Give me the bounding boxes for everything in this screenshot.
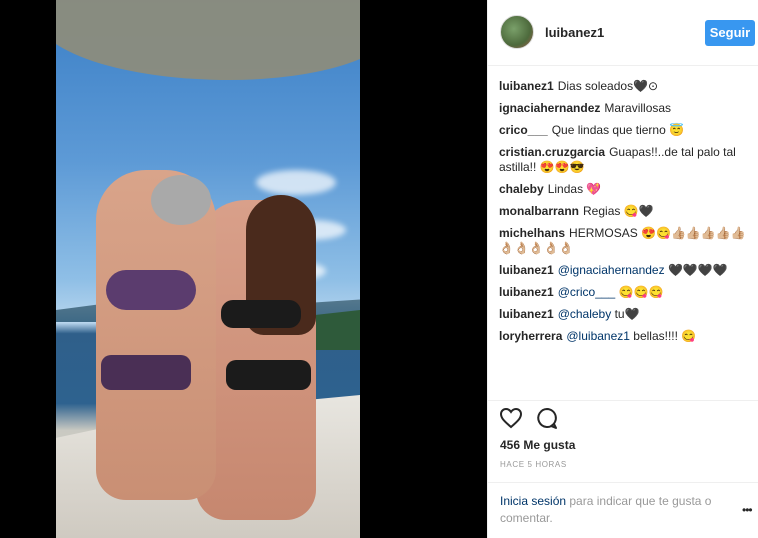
comment-username[interactable]: luibanez1 [499, 307, 554, 321]
comment-username[interactable]: monalbarrann [499, 204, 579, 218]
comment-username[interactable]: chaleby [499, 182, 544, 196]
comment-text: Lindas [547, 182, 584, 196]
comment-mention[interactable]: @luibanez1 [566, 329, 630, 343]
comment-mention[interactable]: @chaleby [558, 307, 612, 321]
comment-text: tu [614, 307, 625, 321]
comment-item: cristian.cruzgarcia Guapas!!..de tal palo… [499, 145, 754, 175]
post-sidebar: luibanez1 Seguir luibanez1 Dias soleados🖤… [487, 0, 758, 538]
login-link[interactable]: Inicia sesión [500, 494, 566, 508]
comment-emoji: 😋😋😋 [618, 285, 664, 299]
post-header: luibanez1 Seguir [488, 0, 758, 66]
comment-item: luibanez1 @crico___ 😋😋😋 [499, 285, 754, 300]
more-options-icon[interactable]: ••• [742, 503, 753, 517]
post-media [0, 0, 487, 538]
comment-item: michelhans HERMOSAS 😍😋👍🏼👍🏼👍🏼👍🏼👍🏼👌🏼👌🏼👌🏼👌🏼👌… [499, 226, 754, 256]
comment-text: Regias [583, 204, 621, 218]
comment-icon[interactable] [535, 406, 559, 430]
avatar[interactable] [500, 15, 534, 49]
post-timestamp: HACE 5 HORAS [500, 460, 567, 469]
comment-emoji: 🖤 [624, 307, 640, 321]
heart-icon[interactable] [499, 406, 523, 430]
post-username[interactable]: luibanez1 [545, 25, 604, 40]
comment-item: crico___ Que lindas que tierno 😇 [499, 123, 754, 138]
comment-item: ignaciahernandez Maravillosas [499, 101, 754, 116]
comment-item: luibanez1 @ignaciahernandez 🖤🖤🖤🖤 [499, 263, 754, 278]
actions-divider [488, 400, 758, 409]
comment-emoji: 😋🖤 [623, 204, 654, 218]
comment-mention[interactable]: @ignaciahernandez [558, 263, 665, 277]
login-prompt-text: Inicia sesión para indicar que te gusta … [500, 493, 735, 527]
comment-mention[interactable]: @crico___ [558, 285, 616, 299]
comment-item: loryherrera @luibanez1 bellas!!!! 😋 [499, 329, 754, 344]
comment-emoji: 😍😍😎 [539, 160, 585, 174]
comment-emoji: 😋 [681, 329, 697, 343]
comment-username[interactable]: cristian.cruzgarcia [499, 145, 605, 159]
follow-button[interactable]: Seguir [705, 20, 755, 46]
comment-emoji: 🖤🖤🖤🖤 [667, 263, 728, 277]
comment-item: luibanez1 Dias soleados🖤⊙ [499, 79, 754, 94]
comment-text: bellas!!!! [633, 329, 678, 343]
comment-item: chaleby Lindas 💖 [499, 182, 754, 197]
comment-text: Dias soleados [557, 79, 634, 93]
comment-emoji: 💖 [586, 182, 602, 196]
comment-text: HERMOSAS [569, 226, 638, 240]
comment-username[interactable]: michelhans [499, 226, 565, 240]
comment-username[interactable]: crico___ [499, 123, 548, 137]
like-count[interactable]: 456 Me gusta [500, 438, 575, 452]
comment-emoji: 🖤⊙ [633, 79, 659, 93]
comment-text: Que lindas que tierno [551, 123, 666, 137]
comment-username[interactable]: loryherrera [499, 329, 562, 343]
comment-list: luibanez1 Dias soleados🖤⊙ ignaciahernande… [499, 79, 754, 351]
login-prompt: Inicia sesión para indicar que te gusta … [488, 482, 758, 525]
comment-item: luibanez1 @chaleby tu🖤 [499, 307, 754, 322]
post-photo[interactable] [56, 0, 360, 538]
comment-emoji: 😇 [669, 123, 685, 137]
comment-username[interactable]: luibanez1 [499, 79, 554, 93]
comment-text: Maravillosas [604, 101, 672, 115]
comment-item: monalbarrann Regias 😋🖤 [499, 204, 754, 219]
comment-username[interactable]: ignaciahernandez [499, 101, 600, 115]
comment-username[interactable]: luibanez1 [499, 263, 554, 277]
comment-username[interactable]: luibanez1 [499, 285, 554, 299]
